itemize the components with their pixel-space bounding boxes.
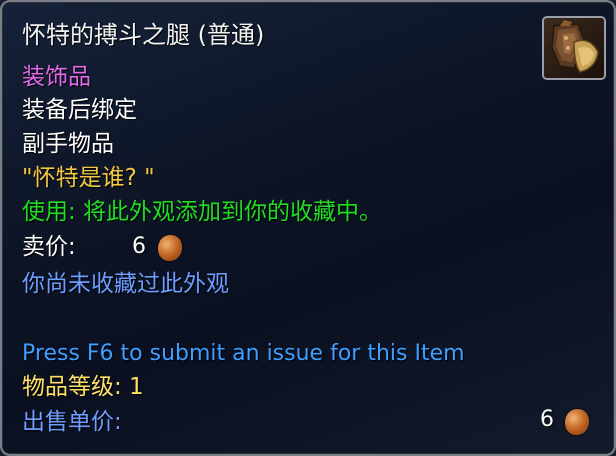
item-slot: 副手物品: [22, 131, 114, 157]
collection-status: 你尚未收藏过此外观: [22, 271, 229, 297]
sell-price-value: 6: [132, 234, 146, 259]
copper-coin-icon: [565, 409, 589, 435]
unit-price-label: 出售单价:: [22, 409, 122, 435]
leather-leg-armor-icon: [542, 16, 606, 80]
item-binding: 装备后绑定: [22, 97, 137, 123]
unit-price-value: 6: [540, 407, 554, 432]
item-flavor-text: "怀特是谁? ": [22, 165, 155, 191]
copper-coin-icon: [158, 235, 182, 261]
item-level: 物品等级: 1: [22, 374, 144, 400]
item-use-effect: 使用: 将此外观添加到你的收藏中。: [22, 199, 383, 225]
report-issue-hint: Press F6 to submit an issue for this Ite…: [22, 341, 465, 366]
item-name: 怀特的搏斗之腿 (普通): [22, 21, 265, 49]
item-type: 装饰品: [22, 64, 91, 90]
item-tooltip: 怀特的搏斗之腿 (普通) 装饰品 装备后绑定 副手物品 "怀特是谁? " 使用:…: [0, 0, 616, 456]
sell-price-label: 卖价:: [22, 234, 76, 260]
